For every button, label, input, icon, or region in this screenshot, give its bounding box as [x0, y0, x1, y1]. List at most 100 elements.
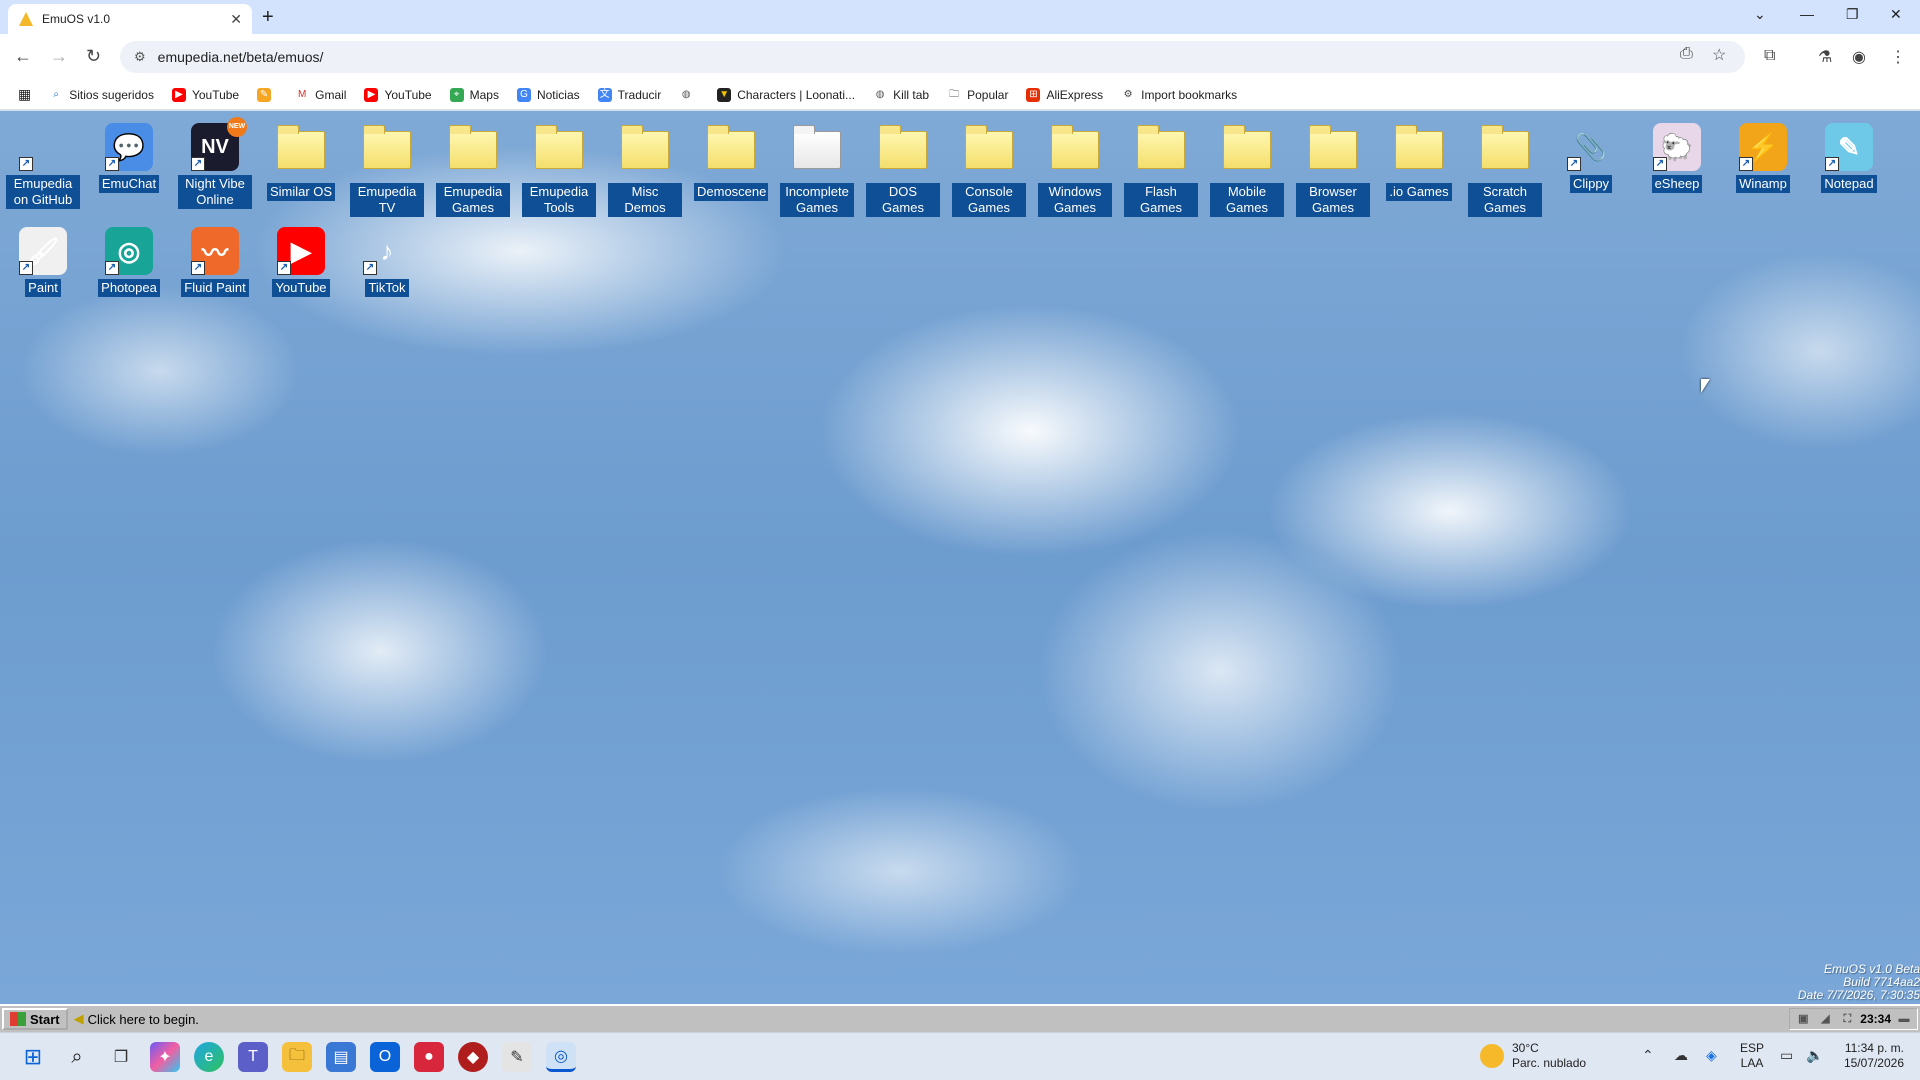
desktop-icon-label: Console Games [952, 183, 1026, 217]
folder-icon [879, 125, 927, 179]
desktop-icon-similar-os[interactable]: Similar OS [264, 123, 338, 201]
reload-icon[interactable]: ↻ [86, 46, 101, 67]
edge-icon[interactable]: e [194, 1042, 224, 1072]
browser-toolbar: ← → ↻ ⚙ emupedia.net/beta/emuos/ ⎙ ☆ ⧉ ⚗… [0, 34, 1920, 80]
folder-shape [277, 125, 325, 169]
bookmark-noticias[interactable]: G Noticias [516, 87, 580, 102]
desktop-icon-winamp[interactable]: ⚡ ↗ Winamp [1726, 123, 1800, 193]
cloud-icon[interactable]: ☁ [1674, 1047, 1688, 1064]
tab-search-icon[interactable]: ⌄ [1754, 6, 1766, 23]
desktop-icon-mobile-games[interactable]: Mobile Games [1210, 123, 1284, 217]
forward-icon[interactable]: → [50, 46, 68, 67]
restore-icon[interactable]: ❐ [1846, 6, 1859, 23]
paint-app-icon[interactable]: ✎ [502, 1042, 532, 1072]
bookmark-star-icon[interactable]: ☆ [1712, 45, 1726, 65]
profile-avatar-icon[interactable]: ◉ [1852, 47, 1866, 67]
desktop-icon-demoscene[interactable]: Demoscene [694, 123, 768, 201]
start-button[interactable]: Start [2, 1008, 68, 1030]
desktop-icon-emupedia-games[interactable]: Emupedia Games [436, 123, 510, 217]
shortcut-arrow-icon: ↗ [19, 157, 33, 171]
desktop-icon-esheep[interactable]: 🐑 ↗ eSheep [1640, 123, 1714, 193]
menu-kebab-icon[interactable]: ⋮ [1890, 47, 1906, 67]
desktop-icon-emupedia-on-github[interactable]: ↗ Emupedia on GitHub [6, 123, 80, 209]
bookmark-youtube-1[interactable]: ▶ YouTube [171, 87, 239, 102]
desktop-icon-incomplete-games[interactable]: Incomplete Games [780, 123, 854, 217]
install-app-icon[interactable]: ⎙ [1680, 45, 1693, 63]
teams-icon[interactable]: T [238, 1042, 268, 1072]
desktop-icon-label: Similar OS [266, 183, 336, 201]
desktop-icon-photopea[interactable]: ◎ ↗ Photopea [92, 227, 166, 297]
windows-start-icon[interactable]: ⊞ [18, 1042, 48, 1072]
desktop-icon-night-vibe-online[interactable]: NV ↗ NEW Night Vibe Online [178, 117, 252, 209]
desktop-icon-youtube[interactable]: ▶ ↗ YouTube [264, 227, 338, 297]
desktop-icon-flash-games[interactable]: Flash Games [1124, 123, 1198, 217]
emuos-taskbar: Start ◀ Click here to begin. ▣ ◢ ⛶ 23:34… [0, 1004, 1920, 1032]
recorder-icon[interactable]: ● [414, 1042, 444, 1072]
site-info-icon[interactable]: ⚙ [134, 49, 146, 65]
labs-icon[interactable]: ⚗ [1818, 47, 1832, 67]
apps-grid-icon[interactable]: ▦ [18, 86, 31, 103]
desktop-icon-paint[interactable]: 🖌 ↗ Paint [6, 227, 80, 297]
desktop-icon-misc-demos[interactable]: Misc Demos [608, 123, 682, 217]
close-tab-icon[interactable]: ✕ [230, 11, 242, 28]
bookmark-traducir[interactable]: 文 Traducir [597, 87, 661, 102]
bookmark-kill-tab[interactable]: ◍ Kill tab [873, 88, 929, 102]
emuos-desktop: ↗ Emupedia on GitHub 💬 ↗ EmuChat NV ↗ NEW Night … [0, 111, 1920, 1004]
task-view-icon[interactable]: ❐ [106, 1042, 136, 1072]
outlook-icon[interactable]: O [370, 1042, 400, 1072]
folder-shape [363, 125, 411, 169]
system-clock[interactable]: 11:34 p. m. 15/07/2026 [1836, 1041, 1904, 1071]
desktop-icon-console-games[interactable]: Console Games [952, 123, 1026, 217]
game-icon[interactable]: ◆ [458, 1042, 488, 1072]
minimize-icon[interactable]: — [1800, 6, 1814, 22]
speaker-icon[interactable]: 🔈 [1806, 1047, 1823, 1064]
desktop-icon-emupedia-tv[interactable]: Emupedia TV [350, 123, 424, 217]
bookmark-aliexpress[interactable]: ⊞ AliExpress [1026, 87, 1103, 102]
desktop-icon-fluid-paint[interactable]: 〰 ↗ Fluid Paint [178, 227, 252, 297]
monitor-icon[interactable]: ▭ [1780, 1047, 1793, 1064]
desktop-icon-clippy[interactable]: 📎 ↗ Clippy [1554, 123, 1628, 193]
bookmark-import[interactable]: ⚙ Import bookmarks [1121, 88, 1238, 102]
copilot-icon[interactable]: ✦ [150, 1042, 180, 1072]
desktop-icon-emupedia-tools[interactable]: Emupedia Tools [522, 123, 596, 217]
language-indicator[interactable]: ESP LAA [1740, 1041, 1764, 1071]
bookmark-globe[interactable]: ◍ [679, 88, 699, 102]
chevron-up-icon[interactable]: ⌃ [1642, 1047, 1654, 1064]
desktop-icon-label: Photopea [98, 279, 160, 297]
network-icon[interactable]: ▣ [1794, 1010, 1812, 1028]
desktop-icon-emuchat[interactable]: 💬 ↗ EmuChat [92, 123, 166, 193]
extensions-icon[interactable]: ⧉ [1764, 47, 1775, 65]
browser-tab[interactable]: EmuOS v1.0 ✕ [8, 4, 252, 34]
desktop-icon-tiktok[interactable]: ♪ ↗ TikTok [350, 227, 424, 297]
close-window-icon[interactable]: ✕ [1890, 6, 1902, 23]
volume-icon[interactable]: ◢ [1816, 1010, 1834, 1028]
fullscreen-icon[interactable]: ⛶ [1838, 1010, 1856, 1028]
back-icon[interactable]: ← [14, 46, 32, 67]
desktop-icon-browser-games[interactable]: Browser Games [1296, 123, 1370, 217]
store-icon[interactable]: ▤ [326, 1042, 356, 1072]
bookmark-sitios-sugeridos[interactable]: ⌕ Sitios sugeridos [49, 88, 154, 102]
desktop-icon-io-games[interactable]: .io Games [1382, 123, 1456, 201]
browser-tab-strip: EmuOS v1.0 ✕ + ⌄ — ❐ ✕ [0, 0, 1920, 34]
address-bar[interactable]: ⚙ emupedia.net/beta/emuos/ ⎙ ☆ [120, 41, 1745, 73]
desktop-icon-dos-games[interactable]: DOS Games [866, 123, 940, 217]
gear-icon: ⚙ [1123, 88, 1133, 100]
bookmark-youtube-2[interactable]: ▶ YouTube [364, 87, 432, 102]
desktop-icon-scratch-games[interactable]: Scratch Games [1468, 123, 1542, 217]
desktop-icon-label: Browser Games [1296, 183, 1370, 217]
bookmark-pin[interactable]: ✎ [257, 87, 277, 102]
desktop-icon-notepad[interactable]: ✎ ↗ Notepad [1812, 123, 1886, 193]
bookmark-characters[interactable]: ▼ Characters | Loonati... [717, 87, 855, 102]
security-icon[interactable]: ◈ [1706, 1047, 1717, 1064]
bookmark-maps[interactable]: ⌖ Maps [449, 87, 499, 102]
new-tab-icon[interactable]: + [262, 6, 274, 29]
weather-widget[interactable]: 30°C Parc. nublado [1480, 1041, 1586, 1071]
file-explorer-icon[interactable]: 🗀 [282, 1042, 312, 1072]
bookmark-popular[interactable]: 🗀 Popular [947, 88, 1008, 102]
desktop-icon-windows-games[interactable]: Windows Games [1038, 123, 1112, 217]
search-icon[interactable]: ⌕ [62, 1042, 92, 1072]
show-desktop-icon[interactable]: ▬ [1895, 1010, 1913, 1028]
bookmark-gmail[interactable]: M Gmail [295, 88, 347, 102]
new-badge: NEW [227, 117, 247, 137]
chrome-active-icon[interactable]: ◎ [546, 1042, 576, 1072]
